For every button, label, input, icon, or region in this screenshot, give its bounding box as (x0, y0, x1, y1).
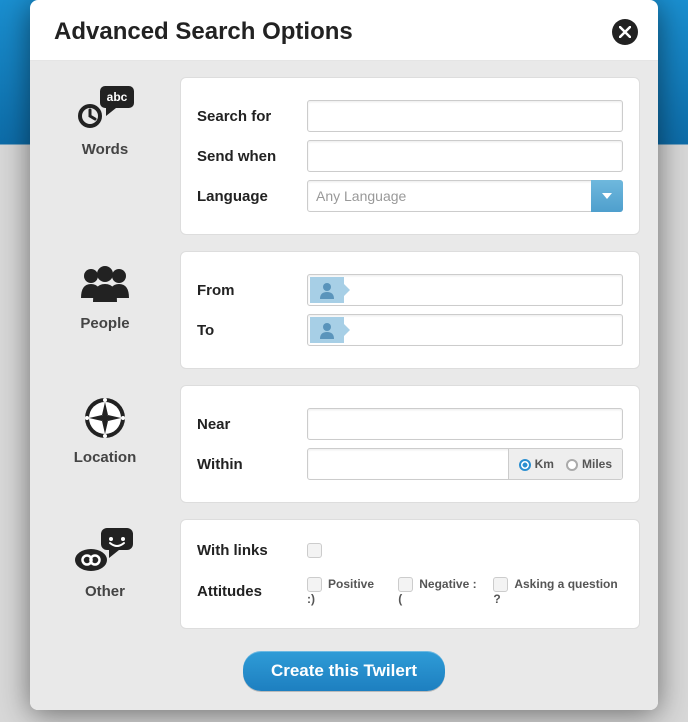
location-card: Near Within Km Miles (180, 385, 640, 503)
near-input[interactable] (307, 408, 623, 440)
attitude-negative-checkbox[interactable]: Negative :( (398, 577, 477, 606)
modal-body: abc Words Search for Send when Lang (30, 61, 658, 710)
section-words: abc Words Search for Send when Lang (30, 77, 658, 235)
compass-icon (75, 393, 135, 443)
within-label: Within (197, 456, 307, 473)
attitudes-label: Attitudes (197, 583, 307, 600)
near-label: Near (197, 416, 307, 433)
within-units: Km Miles (508, 449, 622, 479)
from-input[interactable] (307, 274, 623, 306)
advanced-search-modal: Advanced Search Options abc Words (30, 0, 658, 710)
create-twilert-button[interactable]: Create this Twilert (243, 651, 445, 691)
svg-text:abc: abc (107, 90, 128, 104)
section-location: Location Near Within Km Miles (30, 385, 658, 503)
from-label: From (197, 282, 307, 299)
words-icon: abc (75, 85, 135, 135)
section-words-side: abc Words (30, 77, 180, 158)
send-when-input[interactable] (307, 140, 623, 172)
search-for-input[interactable] (307, 100, 623, 132)
unit-miles-radio[interactable]: Miles (566, 457, 612, 471)
section-people-label: People (80, 315, 129, 332)
to-input[interactable] (307, 314, 623, 346)
modal-header: Advanced Search Options (30, 0, 658, 61)
to-label: To (197, 322, 307, 339)
with-links-checkbox[interactable] (307, 543, 322, 558)
avatar-icon (310, 277, 344, 303)
words-card: Search for Send when Language Any Langua… (180, 77, 640, 235)
section-location-side: Location (30, 385, 180, 466)
section-people: People From To (30, 251, 658, 369)
attitudes-group: Positive :) Negative :( Asking a questio… (307, 577, 623, 606)
modal-title: Advanced Search Options (54, 18, 353, 46)
section-words-label: Words (82, 141, 128, 158)
language-select[interactable]: Any Language (307, 180, 623, 212)
send-when-label: Send when (197, 148, 307, 165)
other-card: With links Attitudes Positive :) Negativ… (180, 519, 640, 629)
section-other-label: Other (85, 583, 125, 600)
chevron-down-icon (591, 180, 623, 212)
attitude-positive-checkbox[interactable]: Positive :) (307, 577, 382, 606)
close-button[interactable] (612, 19, 638, 45)
search-for-label: Search for (197, 108, 307, 125)
other-icon (75, 527, 135, 577)
within-input[interactable]: Km Miles (307, 448, 623, 480)
section-location-label: Location (74, 449, 137, 466)
attitude-question-checkbox[interactable]: Asking a question ? (493, 577, 623, 606)
section-other-side: Other (30, 519, 180, 600)
people-icon (75, 259, 135, 309)
close-icon (619, 26, 631, 38)
section-people-side: People (30, 251, 180, 332)
unit-km-radio[interactable]: Km (519, 457, 554, 471)
language-label: Language (197, 188, 307, 205)
language-select-value: Any Language (307, 180, 623, 212)
avatar-icon (310, 317, 344, 343)
section-other: Other With links Attitudes Positive :) N… (30, 519, 658, 629)
with-links-label: With links (197, 542, 307, 559)
people-card: From To (180, 251, 640, 369)
